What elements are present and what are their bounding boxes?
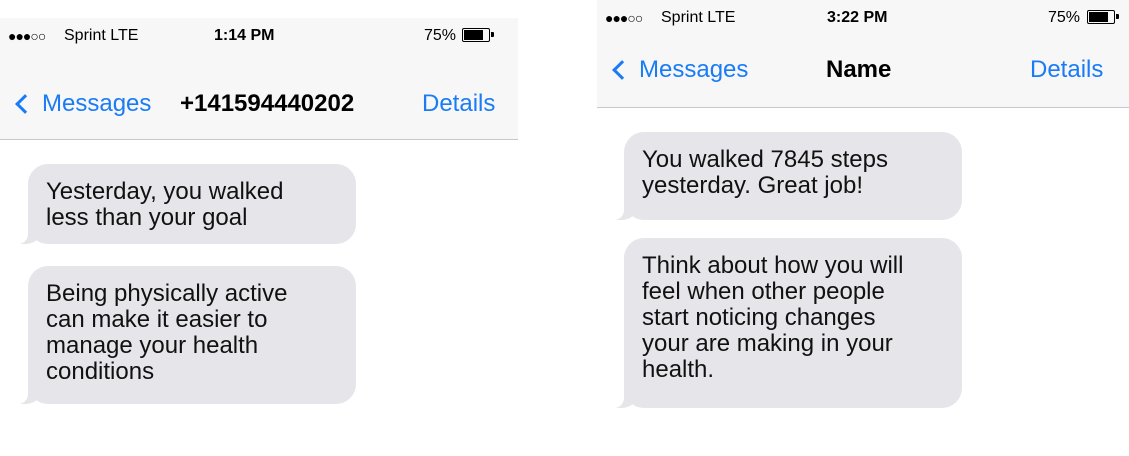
signal-strength-icon: ●●●○○ (605, 10, 643, 26)
battery-icon (462, 28, 494, 42)
carrier-label: Sprint LTE (661, 9, 736, 26)
conversation-right: ●●●○○ Sprint LTE 3:22 PM 75% Messages Na… (597, 0, 1129, 456)
details-button[interactable]: Details (1030, 56, 1103, 84)
signal-strength-icon: ●●●○○ (8, 28, 46, 44)
back-label: Messages (639, 56, 749, 83)
status-bar: ●●●○○ Sprint LTE 3:22 PM 75% (597, 0, 1129, 36)
carrier-label: Sprint LTE (64, 27, 139, 44)
message-bubble[interactable]: Being physically active can make it easi… (16, 266, 356, 404)
battery-percent: 75% (424, 27, 457, 44)
message-bubble[interactable]: You walked 7845 steps yesterday. Great j… (612, 132, 962, 220)
chevron-left-icon (612, 60, 632, 80)
status-time: 3:22 PM (827, 9, 888, 26)
details-button[interactable]: Details (422, 90, 495, 118)
message-bubble[interactable]: Yesterday, you walked less than your goa… (16, 164, 356, 244)
nav-bar: Messages +141594440202 Details (0, 82, 518, 132)
battery-percent: 75% (1048, 9, 1081, 26)
status-time: 1:14 PM (214, 27, 275, 44)
conversation-left: ●●●○○ Sprint LTE 1:14 PM 75% Messages +1… (0, 18, 518, 456)
status-bar: ●●●○○ Sprint LTE 1:14 PM 75% (0, 18, 518, 54)
back-button[interactable]: Messages (12, 90, 151, 118)
header: ●●●○○ Sprint LTE 1:14 PM 75% Messages +1… (0, 18, 518, 140)
back-button[interactable]: Messages (609, 56, 748, 84)
contact-title: +141594440202 (180, 90, 355, 117)
header: ●●●○○ Sprint LTE 3:22 PM 75% Messages Na… (597, 0, 1129, 108)
contact-title: Name (826, 56, 892, 83)
back-label: Messages (42, 90, 152, 117)
message-bubble[interactable]: Think about how you will feel when other… (612, 238, 962, 408)
chevron-left-icon (15, 94, 35, 114)
nav-bar: Messages Name Details (597, 48, 1129, 98)
battery-icon (1087, 10, 1119, 24)
